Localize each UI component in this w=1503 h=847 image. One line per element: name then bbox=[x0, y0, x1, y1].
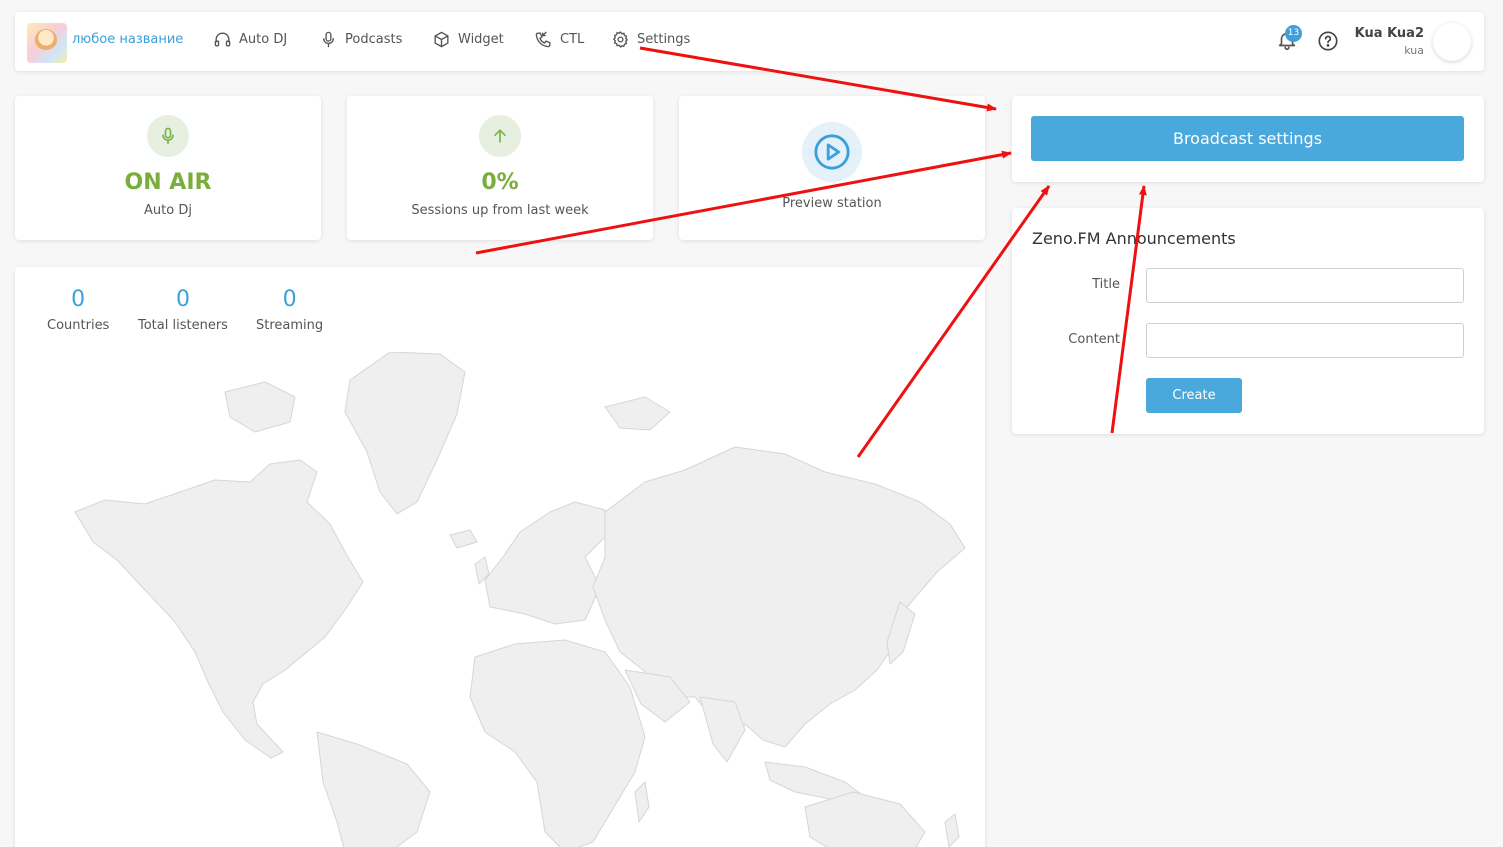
map-arctic-islands-na bbox=[224, 381, 296, 433]
arrow-up-icon bbox=[494, 129, 506, 143]
create-button[interactable]: Create bbox=[1146, 378, 1242, 413]
broadcast-settings-button[interactable]: Broadcast settings bbox=[1031, 116, 1464, 161]
sessions-label: Sessions up from last week bbox=[411, 203, 589, 218]
user-login: kua bbox=[1404, 44, 1424, 57]
nav-auto-dj[interactable]: Auto DJ bbox=[213, 30, 287, 49]
onair-status: ON AIR bbox=[124, 170, 212, 195]
map-south-america bbox=[316, 731, 431, 847]
metric-streaming-value: 0 bbox=[282, 287, 297, 312]
microphone-icon bbox=[162, 127, 174, 145]
microphone-icon bbox=[323, 31, 334, 48]
map-australia bbox=[804, 791, 926, 847]
onair-card: ON AIR Auto Dj bbox=[15, 96, 321, 240]
sessions-value: 0% bbox=[481, 170, 519, 195]
cube-icon bbox=[434, 31, 449, 48]
onair-label: Auto Dj bbox=[144, 203, 192, 218]
title-field[interactable] bbox=[1146, 268, 1464, 303]
world-map[interactable] bbox=[45, 352, 970, 847]
metric-countries: 0 Countries bbox=[47, 287, 109, 333]
preview-card: Preview station bbox=[679, 96, 985, 240]
map-madagascar bbox=[634, 781, 650, 823]
preview-label: Preview station bbox=[782, 196, 882, 211]
title-field-label: Title bbox=[1092, 277, 1120, 292]
broadcast-settings-card: Broadcast settings bbox=[1012, 96, 1484, 182]
content-field-label: Content bbox=[1068, 332, 1120, 347]
preview-play-button[interactable] bbox=[802, 122, 862, 182]
metric-streaming: 0 Streaming bbox=[256, 287, 323, 333]
play-icon bbox=[814, 134, 850, 170]
map-north-america bbox=[74, 459, 364, 759]
metric-listeners-label: Total listeners bbox=[138, 318, 228, 333]
nav-widget-label: Widget bbox=[458, 32, 504, 47]
map-new-zealand bbox=[944, 813, 960, 847]
announcements-title: Zeno.FM Announcements bbox=[1032, 229, 1236, 248]
map-arctic-islands-asia bbox=[604, 396, 671, 431]
metric-total-listeners: 0 Total listeners bbox=[138, 287, 228, 333]
announcements-card: Zeno.FM Announcements Title Content Crea… bbox=[1012, 208, 1484, 434]
station-logo[interactable] bbox=[27, 23, 67, 63]
map-iceland bbox=[449, 529, 478, 549]
sessions-card: 0% Sessions up from last week bbox=[347, 96, 653, 240]
listeners-map-panel: 0 Countries 0 Total listeners 0 Streamin… bbox=[15, 267, 985, 847]
nav-widget[interactable]: Widget bbox=[432, 30, 504, 49]
map-europe bbox=[484, 501, 606, 625]
metric-listeners-value: 0 bbox=[175, 287, 190, 312]
help-button[interactable] bbox=[1317, 30, 1339, 56]
top-navbar: любое название Auto DJ Podcasts Widget C… bbox=[15, 12, 1484, 71]
onair-icon-circle bbox=[147, 115, 189, 157]
user-name[interactable]: Kua Kua2 bbox=[1355, 26, 1424, 41]
nav-ctl-label: CTL bbox=[560, 32, 585, 47]
nav-settings[interactable]: Settings bbox=[611, 30, 690, 49]
nav-podcasts-label: Podcasts bbox=[345, 32, 403, 47]
headphones-icon bbox=[214, 32, 231, 47]
phone-icon bbox=[535, 31, 551, 48]
question-icon bbox=[1318, 31, 1338, 51]
metric-countries-label: Countries bbox=[47, 318, 110, 333]
arrow-up-circle bbox=[479, 115, 521, 157]
station-name[interactable]: любое название bbox=[72, 32, 183, 47]
map-greenland bbox=[344, 352, 466, 515]
gear-icon bbox=[613, 31, 628, 48]
map-africa bbox=[469, 639, 646, 847]
content-field[interactable] bbox=[1146, 323, 1464, 358]
nav-ctl[interactable]: CTL bbox=[534, 30, 584, 49]
nav-podcasts[interactable]: Podcasts bbox=[319, 30, 402, 49]
metric-streaming-label: Streaming bbox=[256, 318, 324, 333]
notification-badge: 13 bbox=[1285, 25, 1302, 42]
nav-settings-label: Settings bbox=[637, 32, 691, 47]
avatar[interactable] bbox=[1433, 23, 1471, 61]
nav-auto-dj-label: Auto DJ bbox=[239, 32, 288, 47]
metric-countries-value: 0 bbox=[71, 287, 86, 312]
